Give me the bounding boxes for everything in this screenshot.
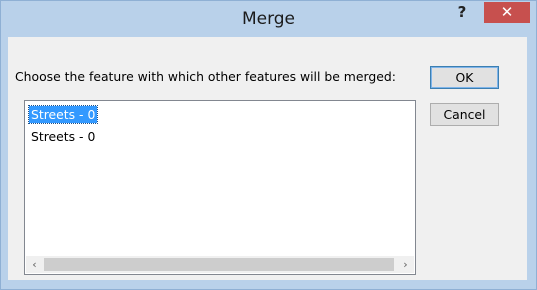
cancel-button[interactable]: Cancel [430,103,499,126]
close-button[interactable]: ✕ [484,2,530,23]
feature-list[interactable]: Streets - 0 Streets - 0 ‹ › [24,100,416,275]
title-bar[interactable]: Merge ? ✕ [1,1,536,38]
scrollbar-thumb[interactable] [44,258,394,271]
help-button[interactable]: ? [447,1,477,25]
scroll-left-icon[interactable]: ‹ [26,256,43,273]
ok-button[interactable]: OK [430,66,499,89]
merge-prompt-label: Choose the feature with which other feat… [15,69,396,84]
close-icon: ✕ [500,3,514,21]
horizontal-scrollbar[interactable]: ‹ › [26,256,414,273]
scroll-right-icon[interactable]: › [397,256,414,273]
list-item[interactable]: Streets - 0 [29,128,97,145]
list-item[interactable]: Streets - 0 [27,105,99,124]
